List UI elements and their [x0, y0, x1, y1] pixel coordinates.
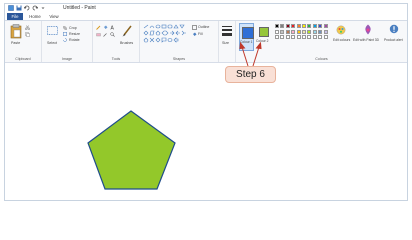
- step-6-callout: Step 6: [225, 66, 276, 83]
- annotation-arrows: [239, 41, 262, 67]
